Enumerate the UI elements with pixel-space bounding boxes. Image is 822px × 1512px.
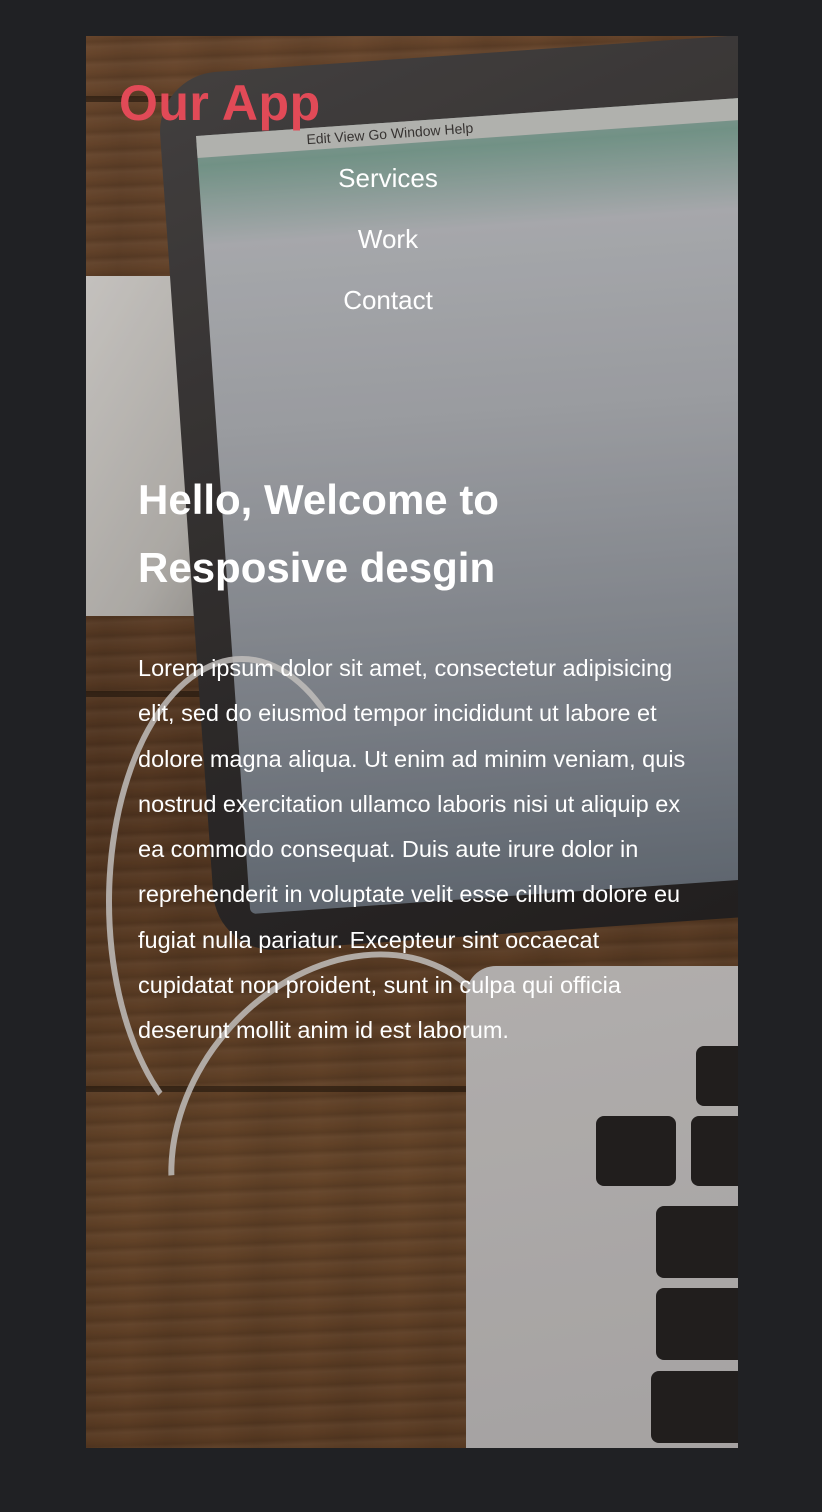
nav-link-contact[interactable]: Contact bbox=[343, 285, 433, 315]
hero-heading-line1: Hello, Welcome to bbox=[138, 476, 499, 523]
nav-item-services: Services bbox=[286, 156, 490, 217]
hero-heading-line2: Resposive desgin bbox=[138, 544, 496, 591]
hero-heading: Hello, Welcome to Resposive desgin bbox=[138, 466, 658, 602]
hero-paragraph: Lorem ipsum dolor sit amet, consectetur … bbox=[138, 655, 686, 1044]
nav-item-contact: Contact bbox=[286, 278, 490, 339]
nav-link-work[interactable]: Work bbox=[358, 224, 418, 254]
app-viewport: Edit View Go Window Help Our App Service… bbox=[86, 36, 738, 1448]
nav-item-work: Work bbox=[286, 217, 490, 278]
main-nav: Services Work Contact bbox=[286, 156, 490, 339]
nav-link-services[interactable]: Services bbox=[338, 163, 438, 193]
brand-logo[interactable]: Our App bbox=[119, 74, 321, 132]
